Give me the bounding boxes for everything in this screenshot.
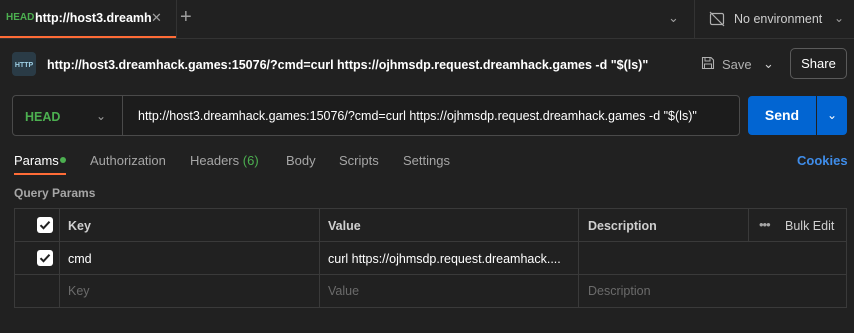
column-divider (748, 208, 749, 241)
tab-scripts[interactable]: Scripts (339, 153, 379, 168)
save-icon[interactable] (701, 56, 715, 70)
tab-headers-label: Headers (190, 153, 240, 168)
new-description-input[interactable]: Description (588, 284, 651, 298)
query-params-label: Query Params (14, 186, 96, 200)
cookies-link[interactable]: Cookies (797, 153, 848, 168)
tab-method-label: HEAD (6, 12, 35, 23)
chevron-down-icon[interactable]: ⌄ (96, 109, 106, 123)
plus-icon[interactable]: + (180, 6, 192, 29)
new-key-input[interactable]: Key (68, 284, 90, 298)
divider (0, 38, 854, 39)
http-icon: HTTP (12, 52, 36, 76)
tab-body[interactable]: Body (286, 153, 316, 168)
tab-authorization[interactable]: Authorization (90, 153, 166, 168)
column-divider (319, 208, 320, 308)
column-header-key: Key (68, 219, 91, 233)
share-button[interactable]: Share (790, 48, 847, 79)
chevron-down-icon[interactable]: ⌄ (668, 10, 679, 26)
column-header-value: Value (328, 219, 361, 233)
svg-text:HTTP: HTTP (15, 62, 34, 69)
headers-count: (6) (242, 153, 259, 168)
select-all-checkbox[interactable] (37, 217, 53, 233)
column-header-description: Description (588, 219, 657, 233)
active-subtab-indicator (14, 173, 66, 175)
url-input[interactable]: http://host3.dreamhack.games:15076/?cmd=… (138, 109, 697, 123)
send-button[interactable]: Send (748, 96, 816, 135)
new-value-input[interactable]: Value (328, 284, 359, 298)
row-checkbox[interactable] (37, 250, 53, 266)
tab-title[interactable]: http://host3.dreamh (35, 11, 160, 25)
no-environment-icon[interactable] (709, 11, 725, 27)
chevron-down-icon[interactable]: ⌄ (763, 56, 774, 72)
param-value-cell[interactable]: curl https://ojhmsdp.request.dreamhack..… (328, 252, 561, 266)
row-divider (14, 241, 847, 242)
method-label[interactable]: HEAD (25, 110, 60, 124)
close-icon[interactable]: ✕ (151, 10, 162, 26)
more-options-icon[interactable]: ••• (759, 217, 771, 232)
chevron-down-icon[interactable]: ⌄ (834, 11, 844, 25)
row-divider (14, 274, 847, 275)
environment-selector[interactable]: No environment (734, 12, 822, 26)
tab-settings[interactable]: Settings (403, 153, 450, 168)
column-divider (59, 208, 60, 308)
check-icon (39, 221, 51, 230)
check-icon (39, 254, 51, 263)
divider (694, 0, 695, 38)
params-indicator-dot (60, 157, 66, 163)
param-key-cell[interactable]: cmd (68, 252, 92, 266)
save-button[interactable]: Save (722, 57, 752, 72)
request-title[interactable]: http://host3.dreamhack.games:15076/?cmd=… (47, 58, 648, 72)
tab-params[interactable]: Params (14, 153, 59, 168)
column-divider (578, 208, 579, 308)
tab-headers[interactable]: Headers (6) (190, 153, 259, 168)
chevron-down-icon[interactable]: ⌄ (817, 96, 847, 135)
bulk-edit-button[interactable]: Bulk Edit (785, 219, 834, 233)
